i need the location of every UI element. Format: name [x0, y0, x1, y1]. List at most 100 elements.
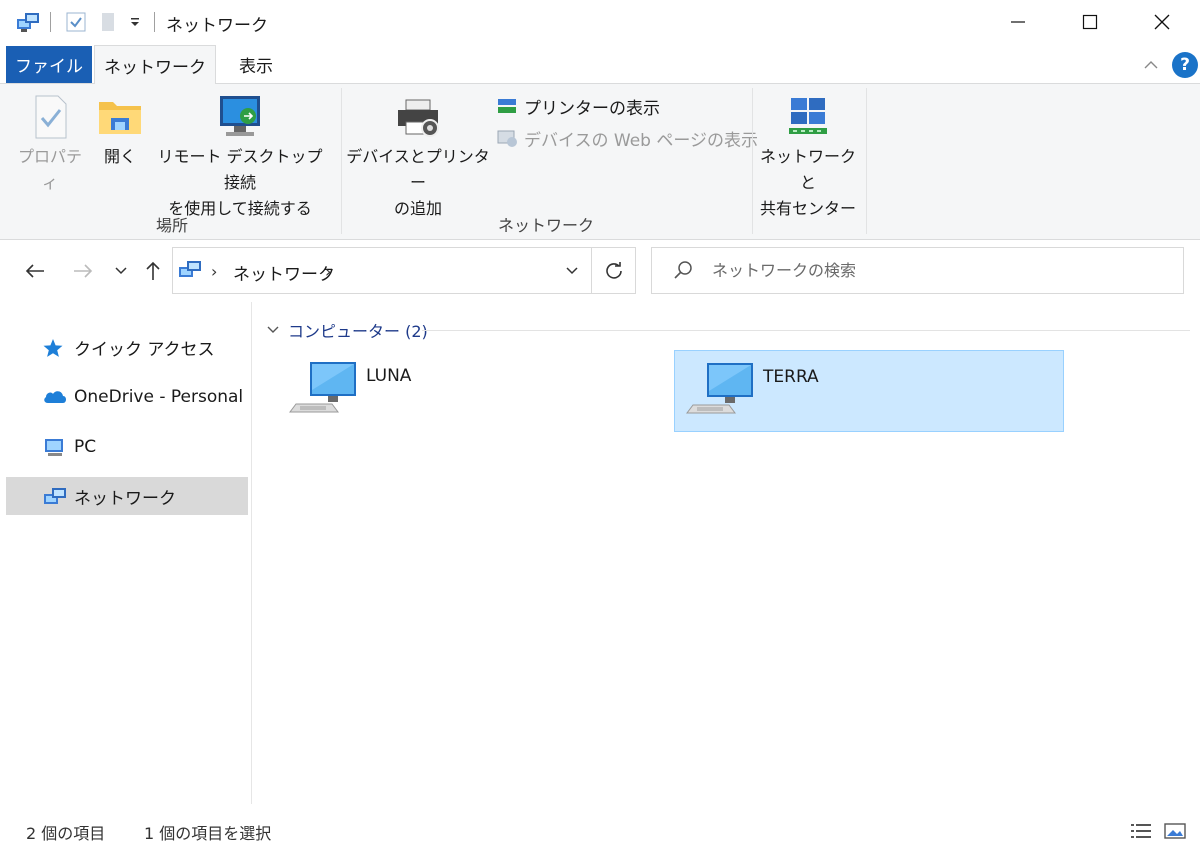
printer-icon	[398, 99, 439, 137]
view-printers-button[interactable]: プリンターの表示	[496, 92, 660, 120]
ribbon-collapse-button[interactable]	[1138, 52, 1164, 78]
new-folder-quick-icon[interactable]	[96, 8, 120, 36]
tab-view[interactable]: 表示	[222, 45, 290, 84]
nav-item-pc[interactable]: PC	[6, 428, 248, 466]
computer-icon	[289, 362, 356, 413]
chevron-up-icon	[1144, 61, 1158, 69]
nav-item-label: PC	[74, 437, 97, 457]
computer-item-terra[interactable]: TERRA	[674, 350, 1064, 432]
view-printers-label: プリンターの表示	[524, 98, 660, 119]
computer-name: LUNA	[366, 366, 412, 386]
large-icons-view-button[interactable]	[1160, 820, 1190, 842]
view-device-webpage-label: デバイスの Web ページの表示	[524, 130, 759, 151]
network-icon	[44, 488, 66, 504]
large-icons-view-icon	[1164, 823, 1186, 839]
search-box[interactable]	[651, 247, 1184, 294]
title-bar: ネットワーク	[0, 0, 1200, 44]
ribbon-tab-row: ファイル ネットワーク 表示 ?	[0, 44, 1200, 85]
arrow-right-icon	[74, 264, 93, 278]
properties-button[interactable]: プロパティ	[12, 94, 88, 196]
title-separator	[154, 12, 155, 32]
help-button[interactable]: ?	[1172, 52, 1198, 78]
device-webpage-icon	[497, 130, 517, 147]
star-icon	[43, 339, 63, 357]
nav-item-label: ネットワーク	[74, 488, 176, 509]
nav-item-quick-access[interactable]: クイック アクセス	[6, 328, 248, 366]
back-button[interactable]	[20, 257, 50, 285]
recent-locations-button[interactable]	[106, 257, 136, 285]
group-header-computers[interactable]: コンピューター (2)	[266, 318, 428, 342]
content-pane: コンピューター (2) LUNA TERRA	[252, 302, 1200, 804]
minimize-icon	[1011, 21, 1025, 23]
navigation-pane: クイック アクセス OneDrive - Personal PC ネットワーク	[0, 302, 252, 804]
tab-file[interactable]: ファイル	[6, 46, 92, 83]
search-input[interactable]	[712, 248, 1172, 293]
network-sharing-center-icon	[789, 98, 827, 134]
open-button[interactable]: 開く	[94, 94, 146, 170]
view-device-webpage-button[interactable]: デバイスの Web ページの表示	[496, 124, 758, 152]
computer-item-luna[interactable]: LUNA	[278, 350, 668, 432]
window-title: ネットワーク	[166, 16, 268, 36]
ribbon-group-separator	[752, 88, 753, 234]
ribbon-group-separator	[866, 88, 867, 234]
computer-icon	[686, 363, 753, 414]
details-view-icon	[1131, 824, 1151, 838]
network-group-label: ネットワーク	[497, 216, 594, 235]
ribbon: プロパティ 開く リモート デスクトップ接続 を使用して接続する 場所 デバイス…	[0, 84, 1200, 240]
address-bar[interactable]: › ネットワーク ›	[172, 247, 636, 294]
add-devices-label-2: の追加	[393, 199, 442, 218]
nav-item-network[interactable]: ネットワーク	[6, 477, 248, 515]
breadcrumb-chevron-icon[interactable]: ›	[325, 262, 331, 281]
nav-item-label: OneDrive - Personal	[74, 387, 244, 407]
add-devices-printers-button[interactable]: デバイスとプリンター の追加	[346, 94, 490, 222]
close-button[interactable]	[1126, 0, 1198, 44]
computer-name: TERRA	[763, 367, 819, 387]
remote-desktop-button[interactable]: リモート デスクトップ接続 を使用して接続する	[150, 94, 330, 222]
navigation-bar: › ネットワーク ›	[0, 240, 1200, 302]
network-sharing-center-button[interactable]: ネットワークと 共有センター	[756, 94, 860, 222]
chevron-down-icon	[267, 326, 279, 333]
chevron-down-icon	[115, 267, 127, 275]
chevron-down-icon	[566, 266, 578, 274]
cloud-icon	[44, 391, 66, 403]
location-group-label: 場所	[155, 216, 188, 235]
arrow-up-icon	[146, 261, 160, 280]
minimize-button[interactable]	[982, 0, 1054, 44]
tab-network[interactable]: ネットワーク	[94, 45, 216, 85]
details-view-button[interactable]	[1126, 820, 1156, 842]
breadcrumb-network[interactable]: ネットワーク	[233, 260, 335, 285]
quick-access-separator	[50, 12, 51, 32]
status-selected-count: 1 個の項目を選択	[144, 824, 272, 843]
arrow-left-icon	[25, 264, 44, 278]
status-bar: 2 個の項目 1 個の項目を選択	[0, 804, 1200, 844]
folder-open-icon	[99, 102, 141, 134]
customize-quick-access-icon[interactable]	[124, 8, 146, 36]
refresh-icon	[605, 261, 622, 279]
close-icon	[1154, 14, 1170, 30]
nav-item-onedrive[interactable]: OneDrive - Personal	[6, 378, 248, 416]
group-header-label: コンピューター (2)	[288, 322, 428, 341]
view-printers-icon	[498, 99, 516, 113]
maximize-icon	[1082, 14, 1098, 30]
breadcrumb-chevron-icon[interactable]: ›	[211, 262, 217, 281]
up-button[interactable]	[138, 257, 168, 285]
add-devices-label-1: デバイスとプリンター	[346, 147, 490, 192]
properties-icon	[35, 95, 67, 139]
network-icon	[177, 258, 203, 286]
properties-label: プロパティ	[17, 147, 82, 192]
refresh-button[interactable]	[591, 248, 635, 293]
group-header-divider	[422, 330, 1190, 331]
forward-button[interactable]	[68, 257, 98, 285]
ribbon-group-separator	[341, 88, 342, 234]
open-label: 開く	[103, 147, 136, 166]
remote-desktop-label-1: リモート デスクトップ接続	[157, 147, 323, 192]
sharing-center-label-2: 共有センター	[759, 199, 856, 218]
maximize-button[interactable]	[1054, 0, 1126, 44]
address-history-button[interactable]	[553, 248, 591, 293]
nav-item-label: クイック アクセス	[74, 339, 215, 360]
sharing-center-label-1: ネットワークと	[759, 147, 856, 192]
status-item-count: 2 個の項目	[26, 824, 106, 843]
network-app-icon[interactable]	[14, 8, 42, 36]
properties-quick-icon[interactable]	[62, 8, 90, 36]
pc-icon	[45, 439, 63, 456]
